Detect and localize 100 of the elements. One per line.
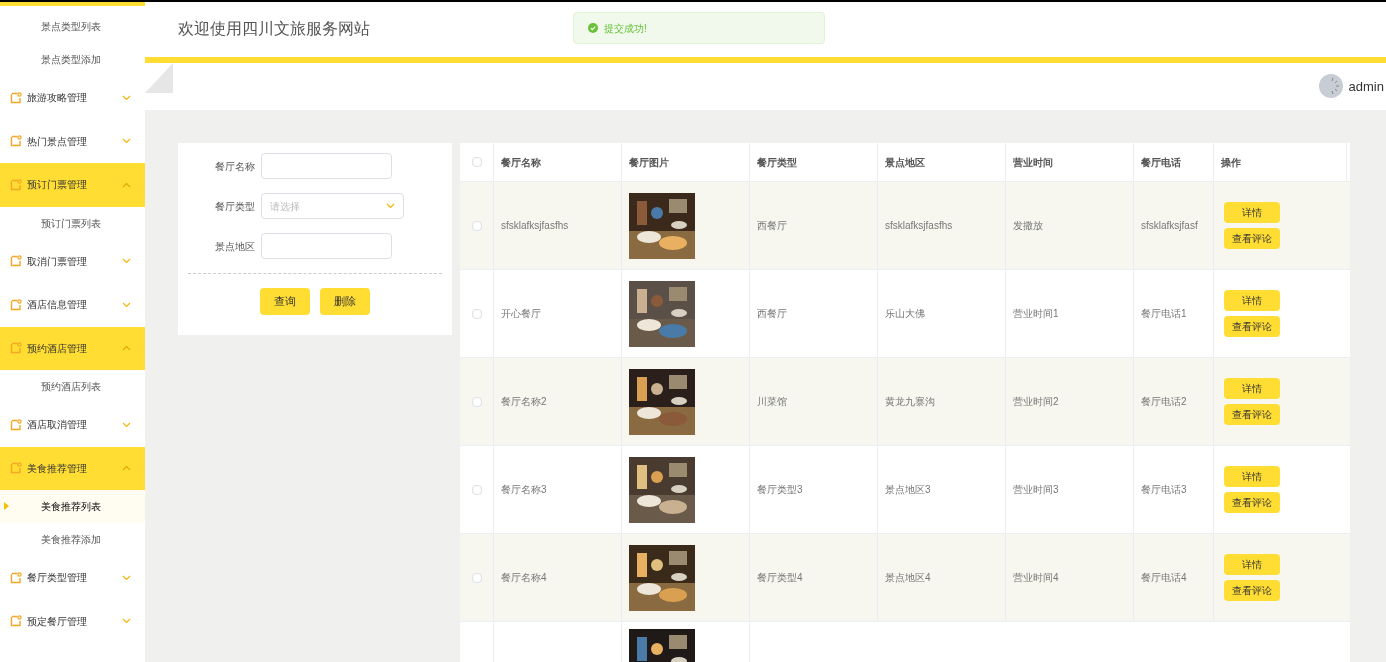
menu-group-label: 取消门票管理 bbox=[27, 254, 88, 269]
checkbox[interactable] bbox=[471, 308, 482, 319]
note-icon bbox=[10, 342, 22, 355]
column-header: 餐厅图片 bbox=[622, 143, 750, 181]
chevron-down-icon bbox=[122, 258, 131, 265]
details-button[interactable]: 详情 bbox=[1224, 466, 1280, 487]
chevron-up-icon bbox=[122, 345, 131, 352]
avatar-icon bbox=[1318, 74, 1343, 99]
details-button[interactable]: 详情 bbox=[1224, 202, 1280, 223]
column-header: 景点地区 bbox=[878, 143, 1006, 181]
menu-group-label: 酒店信息管理 bbox=[27, 298, 88, 313]
field-label: 餐厅类型 bbox=[214, 199, 255, 214]
menu-group-label: 热门景点管理 bbox=[27, 134, 88, 149]
selected-marker-icon bbox=[4, 502, 9, 510]
checkbox[interactable] bbox=[471, 572, 482, 583]
chevron-up-icon bbox=[122, 181, 131, 188]
column-header: 操作 bbox=[1214, 143, 1347, 181]
input-field[interactable] bbox=[261, 233, 392, 259]
chevron-down-icon bbox=[122, 574, 131, 581]
input-field[interactable] bbox=[261, 153, 392, 179]
details-button[interactable]: 详情 bbox=[1224, 378, 1280, 399]
site-title: 欢迎使用四川文旅服务网站 bbox=[178, 19, 370, 40]
fold-corner-icon bbox=[145, 62, 173, 93]
table-cell: 川菜馆 bbox=[750, 358, 878, 445]
menu-group[interactable]: 旅游攻略管理 bbox=[0, 76, 145, 120]
chevron-down-icon bbox=[386, 203, 395, 209]
checkbox[interactable] bbox=[471, 157, 482, 167]
view-comments-button[interactable]: 查看评论 bbox=[1224, 228, 1280, 249]
chevron-up-icon bbox=[122, 465, 131, 472]
table-cell: 餐厅名称2 bbox=[494, 358, 622, 445]
table-cell: sfsklafksjfasfhs bbox=[878, 182, 1006, 269]
note-icon bbox=[10, 615, 22, 628]
menu-group[interactable]: 酒店信息管理 bbox=[0, 283, 145, 327]
note-icon bbox=[10, 178, 22, 191]
field-label: 餐厅名称 bbox=[214, 159, 255, 174]
table-cell: sfsklafksjfasf bbox=[1134, 182, 1214, 269]
menu-group[interactable]: 预订门票管理 bbox=[0, 163, 145, 207]
menu-item[interactable]: 景点类型添加 bbox=[0, 43, 145, 76]
menu-group[interactable]: 餐厅类型管理 bbox=[0, 556, 145, 600]
table-cell: 景点地区3 bbox=[878, 446, 1006, 533]
chevron-down-icon bbox=[122, 618, 131, 625]
note-icon bbox=[10, 91, 22, 104]
menu-group-label: 酒店取消管理 bbox=[27, 418, 88, 433]
search-button[interactable]: 查询 bbox=[260, 288, 310, 315]
column-header: 餐厅类型 bbox=[750, 143, 878, 181]
menu-group-label: 餐厅类型管理 bbox=[27, 571, 88, 586]
note-icon bbox=[10, 298, 22, 311]
table-cell: 西餐厅 bbox=[750, 182, 878, 269]
table-cell: 乐山大佛 bbox=[878, 270, 1006, 357]
checkbox[interactable] bbox=[471, 396, 482, 407]
table-cell: sfsklafksjfasfhs bbox=[494, 182, 622, 269]
chevron-down-icon bbox=[122, 138, 131, 145]
menu-group[interactable]: 预定餐厅管理 bbox=[0, 599, 145, 643]
menu-item[interactable]: 美食推荐添加 bbox=[0, 523, 145, 556]
checkbox[interactable] bbox=[471, 220, 482, 231]
table-cell: 营业时间1 bbox=[1006, 270, 1134, 357]
table-cell: 餐厅名称4 bbox=[494, 534, 622, 621]
menu-group-label: 美食推荐管理 bbox=[27, 461, 88, 476]
table-cell: 景点地区4 bbox=[878, 534, 1006, 621]
view-comments-button[interactable]: 查看评论 bbox=[1224, 492, 1280, 513]
menu-group[interactable]: 预约酒店管理 bbox=[0, 326, 145, 370]
checkbox[interactable] bbox=[471, 484, 482, 495]
table-cell: 开心餐厅 bbox=[494, 270, 622, 357]
menu-group[interactable]: 酒店取消管理 bbox=[0, 403, 145, 447]
table-cell: 餐厅电话4 bbox=[1134, 534, 1214, 621]
menu-item[interactable]: 美食推荐列表 bbox=[0, 490, 145, 523]
table-cell: 营业时间3 bbox=[1006, 446, 1134, 533]
menu-item[interactable]: 预订门票列表 bbox=[0, 206, 145, 240]
note-icon bbox=[10, 255, 22, 268]
menu-group[interactable]: 美食推荐管理 bbox=[0, 446, 145, 490]
column-header: 餐厅名称 bbox=[494, 143, 622, 181]
menu-item[interactable]: 预约酒店列表 bbox=[0, 370, 145, 403]
menu-group[interactable]: 取消门票管理 bbox=[0, 239, 145, 283]
note-icon bbox=[10, 462, 22, 475]
success-icon bbox=[588, 23, 598, 33]
field-label: 景点地区 bbox=[214, 239, 255, 254]
view-comments-button[interactable]: 查看评论 bbox=[1224, 404, 1280, 425]
note-icon bbox=[10, 571, 22, 584]
table-cell: 餐厅类型4 bbox=[750, 534, 878, 621]
details-button[interactable]: 详情 bbox=[1224, 554, 1280, 575]
menu-group[interactable]: 热门景点管理 bbox=[0, 119, 145, 163]
user-name: admin bbox=[1348, 77, 1384, 96]
view-comments-button[interactable]: 查看评论 bbox=[1224, 580, 1280, 601]
details-button[interactable]: 详情 bbox=[1224, 290, 1280, 311]
menu-group-label: 预约酒店管理 bbox=[27, 341, 88, 356]
note-icon bbox=[10, 135, 22, 148]
menu-item[interactable]: 景点类型列表 bbox=[0, 10, 145, 43]
view-comments-button[interactable]: 查看评论 bbox=[1224, 316, 1280, 337]
column-header: 餐厅电话 bbox=[1134, 143, 1214, 181]
menu-group-label: 预定餐厅管理 bbox=[27, 614, 88, 629]
chevron-down-icon bbox=[122, 301, 131, 308]
table-cell: 餐厅电话1 bbox=[1134, 270, 1214, 357]
table-cell: 营业时间4 bbox=[1006, 534, 1134, 621]
note-icon bbox=[10, 418, 22, 431]
table-cell: 发撒放 bbox=[1006, 182, 1134, 269]
table-cell: 餐厅电话3 bbox=[1134, 446, 1214, 533]
delete-button[interactable]: 删除 bbox=[320, 288, 370, 315]
column-header: 营业时间 bbox=[1006, 143, 1134, 181]
table-cell: 黄龙九寨沟 bbox=[878, 358, 1006, 445]
toast-message: 提交成功! bbox=[604, 21, 647, 36]
